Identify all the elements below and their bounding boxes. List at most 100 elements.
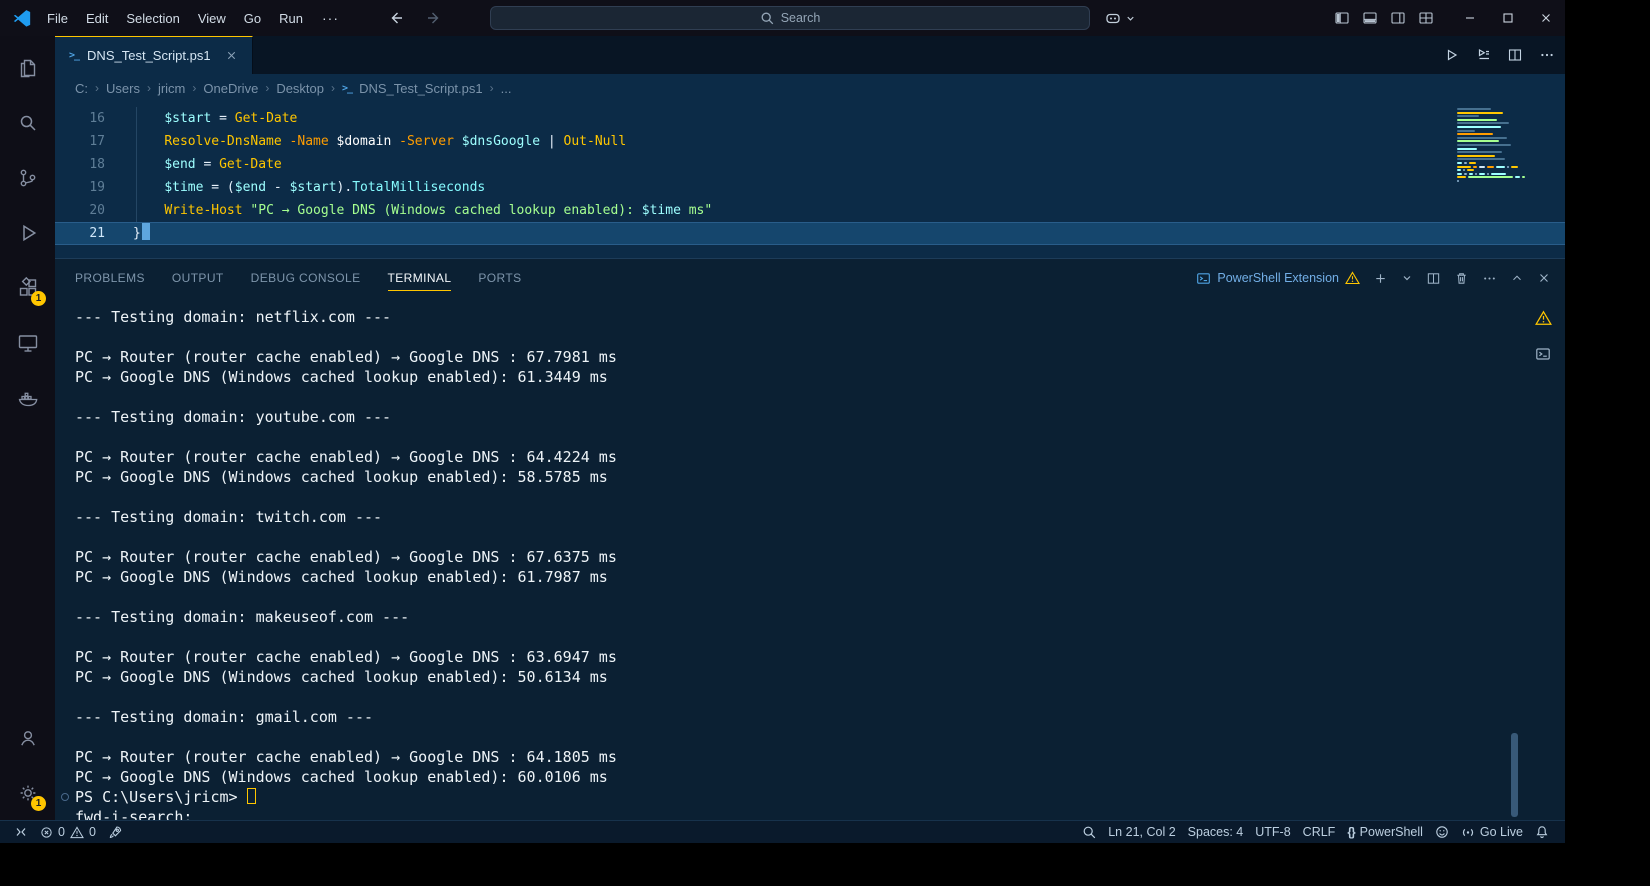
panel-tab-problems[interactable]: PROBLEMS — [75, 259, 145, 297]
zoom-indicator[interactable] — [1076, 821, 1102, 843]
activity-source-control[interactable] — [0, 150, 55, 205]
editor-line[interactable]: 19 $time = ($end - $start).TotalMillisec… — [55, 176, 1565, 199]
minimap-line — [1457, 180, 1547, 182]
breadcrumb-item[interactable]: jricm — [158, 81, 185, 96]
run-below-button[interactable] — [1475, 47, 1491, 63]
menu-view[interactable]: View — [189, 0, 235, 36]
menu-selection[interactable]: Selection — [117, 0, 188, 36]
terminal-profile-chevron-icon[interactable] — [1401, 272, 1413, 284]
minimap[interactable] — [1457, 108, 1547, 183]
panel-tab-terminal[interactable]: TERMINAL — [388, 259, 452, 297]
breadcrumb-item[interactable]: C: — [75, 81, 88, 96]
notifications-bell[interactable] — [1529, 821, 1555, 843]
editor-line[interactable]: 21} — [55, 222, 1565, 245]
menu-run[interactable]: Run — [270, 0, 312, 36]
vscode-logo — [12, 8, 32, 28]
terminal-warning-icon — [1527, 305, 1559, 331]
close-panel-button[interactable] — [1537, 271, 1551, 285]
menu-edit[interactable]: Edit — [77, 0, 117, 36]
maximize-panel-button[interactable] — [1510, 271, 1524, 285]
forward-arrow[interactable] — [415, 0, 453, 36]
activity-bar: 1 1 — [0, 36, 55, 820]
terminal-tab-item[interactable] — [1527, 341, 1559, 367]
panel-tab-output[interactable]: OUTPUT — [172, 259, 224, 297]
encoding-indicator[interactable]: UTF-8 — [1249, 821, 1296, 843]
minimap-line — [1457, 173, 1547, 175]
terminal-line — [75, 727, 1505, 747]
tab-close-icon[interactable] — [225, 49, 238, 62]
editor-line[interactable]: 17 Resolve-DnsName -Name $domain -Server… — [55, 130, 1565, 153]
breadcrumb-item[interactable]: OneDrive — [203, 81, 258, 96]
eol-indicator[interactable]: CRLF — [1297, 821, 1342, 843]
breadcrumb-item[interactable]: Desktop — [276, 81, 324, 96]
warning-count: 0 — [89, 825, 96, 839]
feedback-smiley[interactable] — [1429, 821, 1455, 843]
editor-line[interactable]: 16 $start = Get-Date — [55, 107, 1565, 130]
tab-dns-test-script[interactable]: >_ DNS_Test_Script.ps1 — [55, 36, 253, 74]
braces-icon: {} — [1347, 825, 1354, 839]
activity-docker[interactable] — [0, 370, 55, 425]
activity-search[interactable] — [0, 95, 55, 150]
close-button[interactable] — [1527, 0, 1565, 36]
activity-accounts[interactable] — [0, 710, 55, 765]
line-number: 19 — [55, 176, 133, 199]
rocket-status-button[interactable] — [102, 821, 128, 843]
minimap-line — [1457, 126, 1547, 128]
language-mode[interactable]: {} PowerShell — [1341, 821, 1429, 843]
kill-terminal-button[interactable] — [1454, 271, 1469, 286]
command-decoration-icon[interactable] — [61, 793, 69, 801]
error-count: 0 — [58, 825, 65, 839]
breadcrumb-item[interactable]: Users — [106, 81, 140, 96]
go-live-button[interactable]: Go Live — [1455, 821, 1529, 843]
new-terminal-button[interactable] — [1373, 271, 1388, 286]
more-actions-button[interactable] — [1539, 47, 1555, 63]
terminal-line: PC → Google DNS (Windows cached lookup e… — [75, 467, 1505, 487]
run-button[interactable] — [1443, 47, 1459, 63]
terminal-selector[interactable]: PowerShell Extension — [1196, 271, 1360, 286]
menu-file[interactable]: File — [38, 0, 77, 36]
menu-bar: FileEditSelectionViewGoRun — [38, 0, 312, 36]
activity-run-debug[interactable] — [0, 205, 55, 260]
customize-layout-icon[interactable] — [1418, 10, 1434, 26]
minimap-line — [1457, 166, 1547, 168]
split-editor-button[interactable] — [1507, 47, 1523, 63]
split-terminal-button[interactable] — [1426, 271, 1441, 286]
panel-tab-ports[interactable]: PORTS — [478, 259, 521, 297]
terminal-output: --- Testing domain: netflix.com ---PC → … — [75, 307, 1505, 820]
breadcrumb-item[interactable]: ... — [501, 81, 512, 96]
minimap-line — [1457, 130, 1547, 132]
remote-indicator[interactable] — [8, 821, 34, 843]
error-icon — [40, 826, 53, 839]
minimap-line — [1457, 169, 1547, 171]
terminal-line: --- Testing domain: twitch.com --- — [75, 507, 1505, 527]
back-arrow[interactable] — [377, 0, 415, 36]
encoding-label: UTF-8 — [1255, 825, 1290, 839]
toggle-panel-icon[interactable] — [1362, 10, 1378, 26]
minimap-line — [1457, 140, 1547, 142]
editor-line[interactable]: 18 $end = Get-Date — [55, 153, 1565, 176]
panel-more-button[interactable] — [1482, 271, 1497, 286]
minimize-button[interactable] — [1451, 0, 1489, 36]
indentation-indicator[interactable]: Spaces: 4 — [1182, 821, 1250, 843]
editor[interactable]: 16 $start = Get-Date17 Resolve-DnsName -… — [55, 102, 1565, 258]
terminal-scrollbar[interactable] — [1511, 733, 1518, 817]
toggle-secondary-sidebar-icon[interactable] — [1390, 10, 1406, 26]
cursor-position[interactable]: Ln 21, Col 2 — [1102, 821, 1181, 843]
maximize-button[interactable] — [1489, 0, 1527, 36]
menu-go[interactable]: Go — [235, 0, 270, 36]
terminal[interactable]: --- Testing domain: netflix.com ---PC → … — [55, 297, 1565, 820]
smiley-icon — [1435, 825, 1449, 839]
activity-extensions[interactable]: 1 — [0, 260, 55, 315]
toggle-sidebar-icon[interactable] — [1334, 10, 1350, 26]
menu-more[interactable]: ··· — [312, 0, 349, 36]
problems-indicator[interactable]: 0 0 — [34, 821, 102, 843]
breadcrumb-item[interactable]: DNS_Test_Script.ps1 — [359, 81, 483, 96]
panel-tab-debug-console[interactable]: DEBUG CONSOLE — [251, 259, 361, 297]
activity-settings[interactable]: 1 — [0, 765, 55, 820]
cursor-position-label: Ln 21, Col 2 — [1108, 825, 1175, 839]
activity-remote-explorer[interactable] — [0, 315, 55, 370]
activity-explorer[interactable] — [0, 40, 55, 95]
editor-line[interactable]: 20 Write-Host "PC → Google DNS (Windows … — [55, 199, 1565, 222]
command-center-search[interactable]: Search — [490, 6, 1090, 30]
copilot-menu[interactable] — [1104, 0, 1136, 36]
